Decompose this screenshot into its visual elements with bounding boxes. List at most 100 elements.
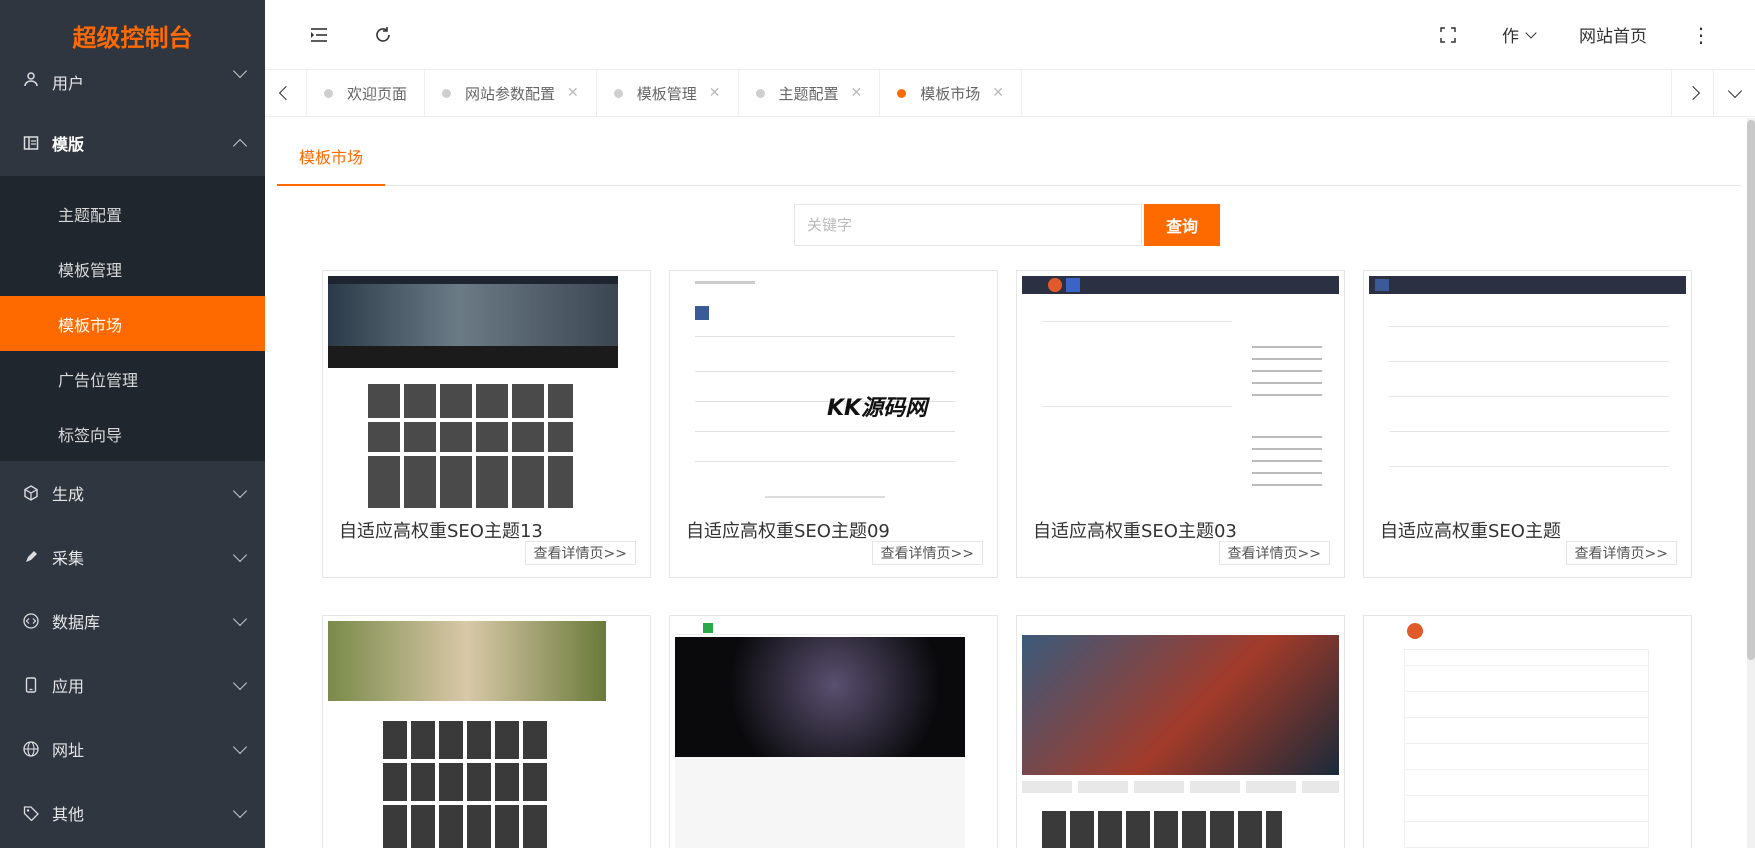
card-title: 自适应高权重SEO主题03 bbox=[1033, 521, 1237, 542]
template-card[interactable]: 自适应高权重SEO主题 查看详情页>> bbox=[1363, 270, 1692, 578]
sidebar-item-label: 用户 bbox=[52, 74, 85, 93]
cube-icon bbox=[22, 484, 40, 502]
template-card[interactable] bbox=[1016, 615, 1345, 848]
tabs-scroll-left[interactable] bbox=[265, 70, 307, 116]
more-vertical-icon[interactable]: ⋮ bbox=[1691, 23, 1711, 47]
template-thumbnail bbox=[328, 276, 645, 508]
template-card[interactable]: 自适应高权重SEO主题03 查看详情页>> bbox=[1016, 270, 1345, 578]
template-thumbnail bbox=[328, 621, 645, 848]
globe-icon bbox=[22, 740, 40, 758]
sidebar-item-label: 模版 bbox=[52, 135, 85, 154]
template-card[interactable] bbox=[1363, 615, 1692, 848]
chevron-left-icon bbox=[278, 85, 293, 101]
sidebar-item-label: 应用 bbox=[52, 677, 85, 696]
view-detail-button[interactable]: 查看详情页>> bbox=[1565, 541, 1677, 565]
template-submenu: 主题配置 模板管理 模板市场 广告位管理 标签向导 bbox=[0, 176, 265, 461]
sidebar-item-label: 数据库 bbox=[52, 613, 101, 632]
card-title: 自适应高权重SEO主题09 bbox=[686, 521, 890, 542]
tab-dot bbox=[755, 88, 765, 98]
sidebar-item-users[interactable]: 用户 bbox=[0, 63, 265, 110]
tab-template-manage[interactable]: 模板管理 ✕ bbox=[597, 70, 739, 116]
view-detail-button[interactable]: 查看详情页>> bbox=[1218, 541, 1330, 565]
chevron-down-icon bbox=[1727, 83, 1742, 98]
view-detail-button[interactable]: 查看详情页>> bbox=[871, 541, 983, 565]
template-thumbnail bbox=[1369, 276, 1686, 508]
tab-template-market[interactable]: 模板市场 ✕ bbox=[880, 70, 1023, 116]
chevron-up-icon bbox=[232, 138, 248, 154]
tab-site-params[interactable]: 网站参数配置 ✕ bbox=[425, 70, 597, 116]
chevron-right-icon bbox=[1685, 85, 1700, 101]
sidebar-item-generate[interactable]: 生成 bbox=[0, 461, 265, 525]
user-name: 作 bbox=[1502, 27, 1519, 47]
sidebar-item-collect[interactable]: 采集 bbox=[0, 525, 265, 589]
template-card[interactable] bbox=[669, 615, 998, 848]
scrollbar-track[interactable] bbox=[1747, 118, 1755, 848]
sidebar-item-label: 网址 bbox=[52, 741, 85, 760]
close-icon[interactable]: ✕ bbox=[992, 85, 1004, 101]
chevron-down-icon bbox=[1525, 26, 1537, 39]
close-icon[interactable]: ✕ bbox=[851, 85, 863, 101]
tab-label: 模板市场 bbox=[920, 84, 981, 103]
chevron-down-icon bbox=[232, 675, 248, 691]
template-thumbnail bbox=[1022, 621, 1339, 848]
sidebar-subitem-ad-manage[interactable]: 广告位管理 bbox=[0, 351, 265, 406]
sidebar-item-database[interactable]: 数据库 bbox=[0, 589, 265, 653]
sidebar-item-template[interactable]: 模版 bbox=[0, 110, 265, 176]
tab-dot bbox=[324, 88, 333, 98]
search-button[interactable]: 查询 bbox=[1144, 204, 1220, 246]
chevron-down-icon bbox=[232, 547, 248, 563]
tag-icon bbox=[22, 804, 40, 822]
mobile-icon bbox=[22, 676, 40, 694]
tab-dot bbox=[897, 88, 907, 98]
chevron-down-icon bbox=[232, 739, 248, 755]
close-icon[interactable]: ✕ bbox=[567, 85, 579, 101]
template-card[interactable]: 自适应高权重SEO主题09 查看详情页>> bbox=[669, 270, 998, 578]
close-icon[interactable]: ✕ bbox=[709, 85, 721, 101]
chevron-down-icon bbox=[232, 803, 248, 819]
sidebar-item-label: 生成 bbox=[52, 485, 85, 504]
tab-label: 欢迎页面 bbox=[347, 84, 408, 103]
view-detail-button[interactable]: 查看详情页>> bbox=[524, 541, 636, 565]
watermark: KK源码网 bbox=[827, 396, 928, 421]
template-thumbnail bbox=[675, 621, 992, 848]
refresh-icon[interactable] bbox=[373, 25, 393, 45]
subtab-template-market[interactable]: 模板市场 bbox=[277, 144, 385, 186]
sidebar-item-other[interactable]: 其他 bbox=[0, 781, 265, 845]
chevron-down-icon bbox=[232, 611, 248, 627]
scrollbar-thumb[interactable] bbox=[1747, 120, 1755, 660]
user-icon bbox=[22, 70, 40, 88]
user-dropdown[interactable]: 作 bbox=[1502, 22, 1537, 47]
sidebar-subitem-template-manage[interactable]: 模板管理 bbox=[0, 241, 265, 296]
site-home-link[interactable]: 网站首页 bbox=[1579, 22, 1647, 47]
sidebar-item-apps[interactable]: 应用 bbox=[0, 653, 265, 717]
card-title: 自适应高权重SEO主题13 bbox=[339, 521, 543, 542]
sidebar-subitem-template-market[interactable]: 模板市场 bbox=[0, 296, 265, 351]
sidebar-item-label: 采集 bbox=[52, 549, 85, 568]
template-card[interactable]: 自适应高权重SEO主题13 查看详情页>> bbox=[322, 270, 651, 578]
brand-title: 超级控制台 bbox=[72, 23, 193, 52]
code-icon bbox=[22, 612, 40, 630]
card-title: 自适应高权重SEO主题 bbox=[1380, 521, 1561, 542]
chevron-down-icon bbox=[232, 483, 248, 499]
template-card[interactable] bbox=[322, 615, 651, 848]
template-thumbnail bbox=[1369, 621, 1686, 848]
main-content: 模板市场 查询 自适应高权重SEO主题13 查看详情页>> 自适应高权重S bbox=[265, 118, 1755, 848]
sidebar-subitem-theme-config[interactable]: 主题配置 bbox=[0, 186, 265, 241]
sidebar-item-urls[interactable]: 网址 bbox=[0, 717, 265, 781]
tab-label: 模板管理 bbox=[636, 84, 697, 103]
search-bar: 查询 bbox=[794, 204, 1220, 246]
fullscreen-icon[interactable] bbox=[1438, 25, 1458, 45]
sidebar-subitem-tag-guide[interactable]: 标签向导 bbox=[0, 406, 265, 461]
template-icon bbox=[22, 134, 40, 152]
top-header: 作 网站首页 ⋮ bbox=[265, 0, 1755, 70]
tabs-scroll-right[interactable] bbox=[1671, 70, 1713, 116]
tabs-more-dropdown[interactable] bbox=[1713, 70, 1755, 116]
tab-theme-config[interactable]: 主题配置 ✕ bbox=[739, 70, 881, 116]
sidebar-item-label: 其他 bbox=[52, 805, 85, 824]
menu-fold-icon[interactable] bbox=[309, 25, 329, 45]
content-subtabs: 模板市场 bbox=[277, 118, 1741, 186]
tab-welcome[interactable]: 欢迎页面 bbox=[307, 70, 426, 116]
page-tabs-bar: 欢迎页面 网站参数配置 ✕ 模板管理 ✕ 主题配置 ✕ 模板市场 ✕ bbox=[265, 70, 1755, 117]
tab-label: 网站参数配置 bbox=[465, 84, 556, 103]
keyword-input[interactable] bbox=[794, 204, 1142, 246]
